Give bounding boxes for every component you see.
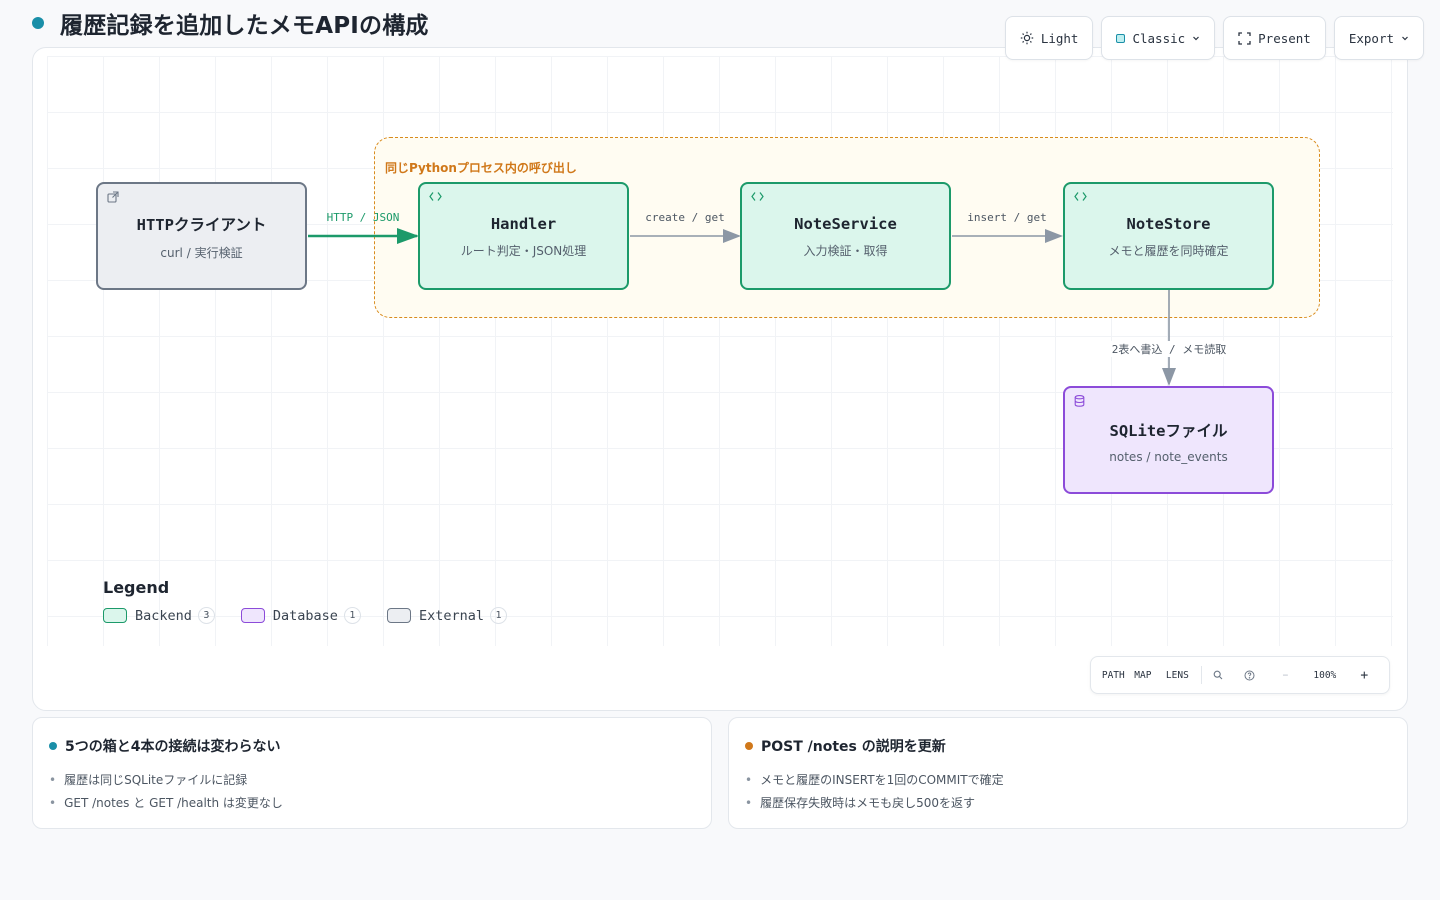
node-subtitle: curl / 実行検証 xyxy=(160,246,243,260)
info-card-item: 履歴保存失敗時はメモも戻し500を返す xyxy=(745,792,1391,815)
node-title: SQLiteファイル xyxy=(1109,421,1228,440)
style-swatch-icon xyxy=(1116,33,1126,43)
legend-item-count: 1 xyxy=(343,607,361,624)
zoom-out-button[interactable]: − xyxy=(1271,657,1301,693)
edge-handler-service-arrowhead xyxy=(723,229,741,243)
legend-item-database[interactable]: Database 1 xyxy=(240,607,361,624)
zoom-toolbar: PATH MAP LENS − 100% + xyxy=(1090,656,1390,694)
node-subtitle: メモと履歴を同時確定 xyxy=(1108,244,1229,258)
node-sqlite-file[interactable]: SQLiteファイル notes / note_events xyxy=(1063,386,1274,494)
path-button[interactable]: PATH xyxy=(1101,657,1126,693)
export-label: Export xyxy=(1348,30,1394,46)
node-title: HTTPクライアント xyxy=(136,216,267,234)
map-button[interactable]: MAP xyxy=(1126,657,1160,693)
edge-label-handler-service: create / get xyxy=(645,211,725,224)
zoom-level: 100% xyxy=(1313,669,1337,681)
theme-label: Light xyxy=(1040,30,1079,46)
info-card-item: メモと履歴のINSERTを1回のCOMMITで確定 xyxy=(745,769,1391,792)
code-icon xyxy=(751,191,764,205)
help-icon[interactable] xyxy=(1229,657,1270,693)
legend-item-backend[interactable]: Backend 3 xyxy=(103,607,215,624)
info-card-item: GET /notes と GET /health は変更なし xyxy=(49,792,695,815)
database-swatch xyxy=(240,608,265,623)
info-card-title: POST /notes の説明を更新 xyxy=(761,739,946,755)
info-card-item: 履歴は同じSQLiteファイルに記録 xyxy=(49,769,695,792)
edge-label-service-store: insert / get xyxy=(967,211,1047,224)
theme-button[interactable]: Light xyxy=(1004,16,1094,60)
code-icon xyxy=(429,191,442,205)
title-row: 履歴記録を追加したメモAPIの構成 xyxy=(32,6,429,40)
title-status-dot xyxy=(32,17,44,29)
node-http-client[interactable]: HTTPクライアント curl / 実行検証 xyxy=(96,182,307,290)
chevron-down-icon xyxy=(1192,34,1200,42)
legend-item-count: 3 xyxy=(197,607,215,624)
present-label: Present xyxy=(1258,30,1311,46)
node-subtitle: 入力検証・取得 xyxy=(803,244,888,258)
present-button[interactable]: Present xyxy=(1223,16,1326,60)
legend-item-label: External xyxy=(418,607,484,624)
info-card-dot xyxy=(745,742,753,750)
node-title: NoteService xyxy=(794,215,897,233)
node-title: Handler xyxy=(490,215,557,233)
zoombar-divider xyxy=(1200,666,1202,684)
legend: Legend Backend 3 Database 1 External 1 xyxy=(103,578,507,624)
node-title: NoteStore xyxy=(1126,215,1211,233)
external-swatch xyxy=(386,608,411,623)
node-subtitle: ルート判定・JSON処理 xyxy=(460,244,587,258)
info-card-title: 5つの箱と4本の接続は変わらない xyxy=(65,739,281,755)
edge-client-handler-arrowhead xyxy=(397,228,419,244)
diagram-canvas[interactable]: 同じPythonプロセス内の呼び出し HTTP / JSON create / … xyxy=(32,47,1408,711)
style-select[interactable]: Classic xyxy=(1101,16,1216,60)
fullscreen-icon xyxy=(1238,31,1251,45)
info-card-dot xyxy=(49,742,57,750)
info-card-right: POST /notes の説明を更新 メモと履歴のINSERTを1回のCOMMI… xyxy=(728,717,1408,829)
style-label: Classic xyxy=(1132,30,1186,46)
edge-service-store-arrowhead xyxy=(1045,229,1063,243)
search-icon[interactable] xyxy=(1208,657,1230,693)
edge-label-store-sqlite: 2表へ書込 / メモ読取 xyxy=(1107,341,1231,357)
edge-store-sqlite-arrowhead xyxy=(1162,368,1176,386)
legend-item-label: Backend xyxy=(135,607,192,624)
page-title: 履歴記録を追加したメモAPIの構成 xyxy=(60,13,429,39)
export-button[interactable]: Export xyxy=(1333,16,1424,60)
zoom-in-button[interactable]: + xyxy=(1349,657,1379,693)
node-subtitle: notes / note_events xyxy=(1109,449,1228,464)
info-card-left: 5つの箱と4本の接続は変わらない 履歴は同じSQLiteファイルに記録 GET … xyxy=(32,717,712,829)
chevron-down-icon xyxy=(1401,34,1409,42)
edge-label-client-handler: HTTP / JSON xyxy=(326,211,400,224)
node-handler[interactable]: Handler ルート判定・JSON処理 xyxy=(418,182,629,290)
lens-button[interactable]: LENS xyxy=(1160,657,1194,693)
legend-item-count: 1 xyxy=(489,607,507,624)
legend-item-label: Database xyxy=(272,607,338,624)
sun-icon xyxy=(1020,31,1034,45)
external-link-icon xyxy=(107,191,119,206)
database-icon xyxy=(1074,395,1085,410)
toolbar: Light Classic Present Export xyxy=(1004,16,1424,60)
code-icon xyxy=(1074,191,1087,205)
legend-title: Legend xyxy=(103,578,170,597)
legend-item-external[interactable]: External 1 xyxy=(386,607,507,624)
backend-swatch xyxy=(103,608,127,623)
node-note-store[interactable]: NoteStore メモと履歴を同時確定 xyxy=(1063,182,1274,290)
node-note-service[interactable]: NoteService 入力検証・取得 xyxy=(740,182,951,290)
